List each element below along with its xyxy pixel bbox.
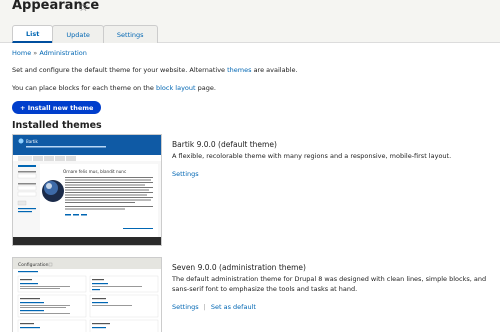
breadcrumb: Home » Administration bbox=[12, 49, 492, 57]
blocks-text-end: page. bbox=[195, 84, 216, 92]
breadcrumb-home[interactable]: Home bbox=[12, 49, 31, 57]
page-header: Appearance ☆ List Update Settings bbox=[0, 0, 500, 43]
installed-themes-heading: Installed themes bbox=[12, 120, 102, 131]
seven-shot-heading: Configuration bbox=[18, 262, 49, 268]
bartik-site-name: Bartik bbox=[26, 139, 39, 144]
themes-link[interactable]: themes bbox=[227, 66, 251, 74]
bartik-screenshot: Bartik Ornare felis mus, blandit nunc bbox=[12, 134, 162, 246]
star-icon[interactable]: ☆ bbox=[78, 0, 89, 14]
seven-description: The default administration theme for Dru… bbox=[172, 275, 487, 293]
blocks-text: You can place blocks for each theme on t… bbox=[12, 84, 492, 92]
seven-links: Settings | Set as default bbox=[172, 303, 492, 311]
seven-screenshot: Configuration bbox=[12, 257, 162, 332]
bartik-preview-image: Bartik Ornare felis mus, blandit nunc bbox=[13, 135, 161, 245]
seven-info: Seven 9.0.0 (administration theme) The d… bbox=[172, 263, 492, 311]
blocks-text-start: You can place blocks for each theme on t… bbox=[12, 84, 156, 92]
seven-name: Seven 9.0.0 (administration theme) bbox=[172, 263, 306, 272]
link-separator: | bbox=[203, 303, 206, 311]
install-new-theme-button[interactable]: + Install new theme bbox=[12, 101, 102, 114]
bartik-settings-link[interactable]: Settings bbox=[172, 170, 199, 178]
bartik-name: Bartik 9.0.0 (default theme) bbox=[172, 140, 277, 149]
tab-settings[interactable]: Settings bbox=[102, 25, 158, 43]
tab-update[interactable]: Update bbox=[52, 25, 104, 43]
tab-bar: List Update Settings bbox=[12, 25, 158, 43]
breadcrumb-administration[interactable]: Administration bbox=[39, 49, 87, 57]
block-layout-link[interactable]: block layout bbox=[156, 84, 196, 92]
intro-text-start: Set and configure the default theme for … bbox=[12, 66, 228, 74]
bartik-links: Settings bbox=[172, 170, 492, 178]
seven-settings-link[interactable]: Settings bbox=[172, 303, 199, 311]
main-content: Home » Administration Set and configure … bbox=[12, 49, 492, 131]
tab-list[interactable]: List bbox=[12, 25, 54, 43]
seven-set-default-link[interactable]: Set as default bbox=[211, 303, 256, 311]
breadcrumb-separator: » bbox=[33, 49, 38, 57]
bartik-headline: Ornare felis mus, blandit nunc bbox=[63, 169, 127, 174]
seven-preview-image: Configuration bbox=[13, 258, 161, 332]
intro-text: Set and configure the default theme for … bbox=[12, 66, 492, 74]
intro-text-end: are available. bbox=[251, 66, 298, 74]
bartik-info: Bartik 9.0.0 (default theme) A flexible,… bbox=[172, 140, 492, 178]
bartik-description: A flexible, recolorable theme with many … bbox=[172, 152, 452, 160]
